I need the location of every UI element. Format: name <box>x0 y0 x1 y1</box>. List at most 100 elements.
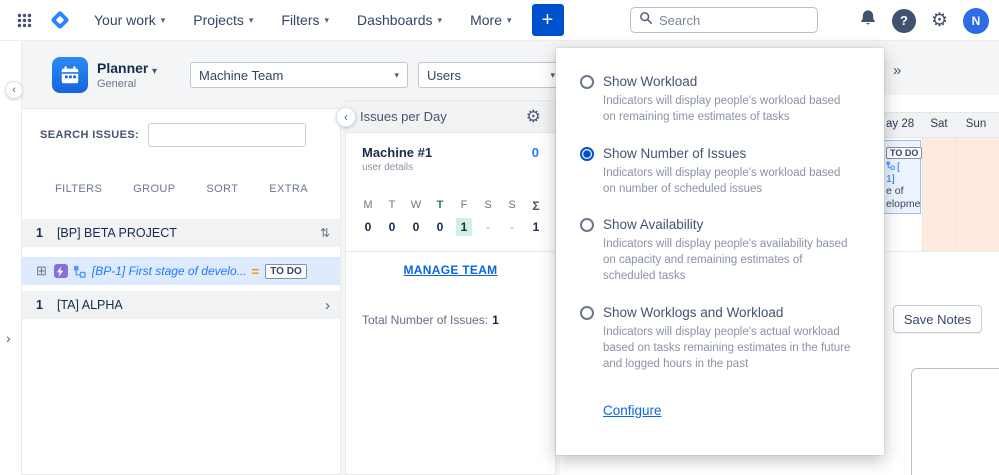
timeline-day-sun: Sun <box>965 118 987 130</box>
project-label: [TA] ALPHA <box>56 298 123 312</box>
manage-team-link[interactable]: MANAGE TEAM <box>346 263 555 277</box>
radio-icon[interactable] <box>580 218 594 233</box>
help-icon[interactable]: ? <box>891 8 916 33</box>
card-key-fragment: [ <box>897 161 900 173</box>
day-header: S <box>484 199 492 211</box>
hierarchy-icon <box>886 161 895 173</box>
tab-sort[interactable]: SORT <box>206 183 238 195</box>
search-input[interactable] <box>659 12 817 28</box>
nav-label: Projects <box>193 12 244 28</box>
total-issues-label: Total Number of Issues: <box>362 313 489 327</box>
chevron-right-icon[interactable]: › <box>325 297 330 314</box>
view-mode-select[interactable]: Users ▾ <box>418 62 564 88</box>
radio-icon[interactable] <box>580 306 594 321</box>
issues-per-day-panel: Issues per Day ⚙ ‹ Machine #1 0 user det… <box>336 100 556 475</box>
day-value: 0 <box>436 220 444 234</box>
nav-dashboards[interactable]: Dashboards ▾ <box>343 0 456 40</box>
divider <box>346 251 555 252</box>
avatar[interactable]: N <box>963 7 989 34</box>
apps-grid-icon[interactable] <box>10 6 38 34</box>
status-badge: TO DO <box>886 147 923 159</box>
collapse-panel-middle-button[interactable]: ‹ <box>336 107 356 127</box>
issues-sidebar: SEARCH ISSUES: FILTERS GROUP SORT EXTRA … <box>22 108 341 475</box>
app-switcher-caret-icon[interactable]: ▾ <box>152 66 157 77</box>
option-description: Indicators will display people's workloa… <box>603 166 841 195</box>
issues-per-day-header: Issues per Day ⚙ <box>346 101 555 133</box>
option-title: Show Workload <box>603 74 698 89</box>
nav-your-work[interactable]: Your work ▾ <box>80 0 179 40</box>
jira-logo-icon[interactable] <box>48 8 72 32</box>
expand-icon[interactable]: ⊞ <box>36 263 47 279</box>
timeline-day-sat: Sat <box>930 118 948 130</box>
create-button[interactable]: + <box>531 4 564 36</box>
sum-value: 1 <box>532 220 540 234</box>
timeline-issue-card[interactable]: TO DO [ 1] e of elopme <box>884 140 923 214</box>
day-header-row: M T W T F S S Σ <box>356 199 548 213</box>
radio-icon[interactable] <box>580 75 594 89</box>
collapse-panel-left-button[interactable]: ‹ <box>5 81 23 99</box>
expand-panel-button[interactable]: › <box>6 330 11 346</box>
notes-textarea[interactable] <box>911 368 999 475</box>
notification-icon[interactable] <box>859 9 877 32</box>
primary-nav: Your work ▾ Projects ▾ Filters ▾ Dashboards… <box>80 0 526 40</box>
timeline-cell-saturday[interactable] <box>922 138 956 252</box>
panel-settings-gear-icon[interactable]: ⚙ <box>526 107 541 127</box>
option-text: Show Worklogs and Workload Indicators wi… <box>603 305 856 373</box>
radio-option-3[interactable]: Show Worklogs and Workload Indicators wi… <box>580 305 856 373</box>
nav-label: Filters <box>281 12 320 28</box>
planner-app-icon[interactable] <box>52 57 88 93</box>
option-text: Show Number of Issues Indicators will di… <box>603 146 856 198</box>
card-text-line: elopme <box>886 197 921 210</box>
radio-option-0[interactable]: Show Workload Indicators will display pe… <box>580 74 856 126</box>
option-title: Show Number of Issues <box>603 145 747 161</box>
total-issues-value: 1 <box>492 313 499 327</box>
option-description: Indicators will display people's actual … <box>603 326 851 370</box>
tab-group[interactable]: GROUP <box>133 183 175 195</box>
hierarchy-icon <box>73 265 86 278</box>
day-value: - <box>486 220 490 234</box>
issue-count: 1 <box>36 298 43 312</box>
card-key-line: 1] <box>886 173 918 185</box>
member-name: Machine #1 <box>362 145 433 160</box>
nav-projects[interactable]: Projects ▾ <box>179 0 267 40</box>
configure-link[interactable]: Configure <box>603 403 662 418</box>
story-type-icon <box>53 264 68 278</box>
member-issue-count: 0 <box>531 145 539 160</box>
option-description: Indicators will display people's availab… <box>603 238 848 283</box>
radio-icon[interactable] <box>580 146 594 161</box>
day-value: 0 <box>388 220 396 234</box>
card-key-line: [ <box>886 161 918 173</box>
total-issues-row: Total Number of Issues: 1 <box>362 313 499 327</box>
day-value: 0 <box>364 220 372 234</box>
view-select-value: Users <box>427 67 461 83</box>
nav-filters[interactable]: Filters ▾ <box>267 0 343 40</box>
issue-row-selected[interactable]: ⊞ [BP-1] First stage of develo... = TO D… <box>22 257 340 285</box>
timeline-date-label: ay 28 <box>886 118 915 130</box>
app-window: Your work ▾ Projects ▾ Filters ▾ Dashboards… <box>0 0 999 475</box>
radio-option-2[interactable]: Show Availability Indicators will displa… <box>580 217 856 285</box>
sum-header: Σ <box>532 199 540 213</box>
chevron-down-icon: ▾ <box>324 14 330 25</box>
save-notes-button[interactable]: Save Notes <box>893 305 982 333</box>
settings-gear-icon[interactable]: ⚙ <box>931 9 948 32</box>
search-issues-input[interactable] <box>148 123 306 147</box>
nav-label: More <box>470 12 502 28</box>
scroll-right-button[interactable]: » <box>893 62 901 79</box>
chevron-left-icon: ‹ <box>344 110 348 124</box>
nav-more[interactable]: More ▾ <box>456 0 525 40</box>
option-title: Show Availability <box>603 217 704 233</box>
tab-filters[interactable]: FILTERS <box>55 183 102 195</box>
tab-extra[interactable]: EXTRA <box>269 183 308 195</box>
radio-option-1[interactable]: Show Number of Issues Indicators will di… <box>580 146 856 198</box>
top-right-icons: ? ⚙ N <box>859 0 989 41</box>
team-select[interactable]: Machine Team ▾ <box>190 62 408 88</box>
timeline-cell-sunday[interactable] <box>956 138 999 252</box>
global-search[interactable] <box>630 7 818 33</box>
project-row-alpha[interactable]: 1 [TA] ALPHA › <box>22 291 340 319</box>
chevron-down-icon: ▾ <box>550 69 555 80</box>
project-row-beta[interactable]: 1 [BP] BETA PROJECT ⇅ <box>22 219 340 247</box>
team-member-row[interactable]: Machine #1 0 <box>362 145 539 160</box>
day-value: - <box>510 220 514 234</box>
sort-icon[interactable]: ⇅ <box>320 226 330 240</box>
member-subtitle: user details <box>362 162 414 173</box>
